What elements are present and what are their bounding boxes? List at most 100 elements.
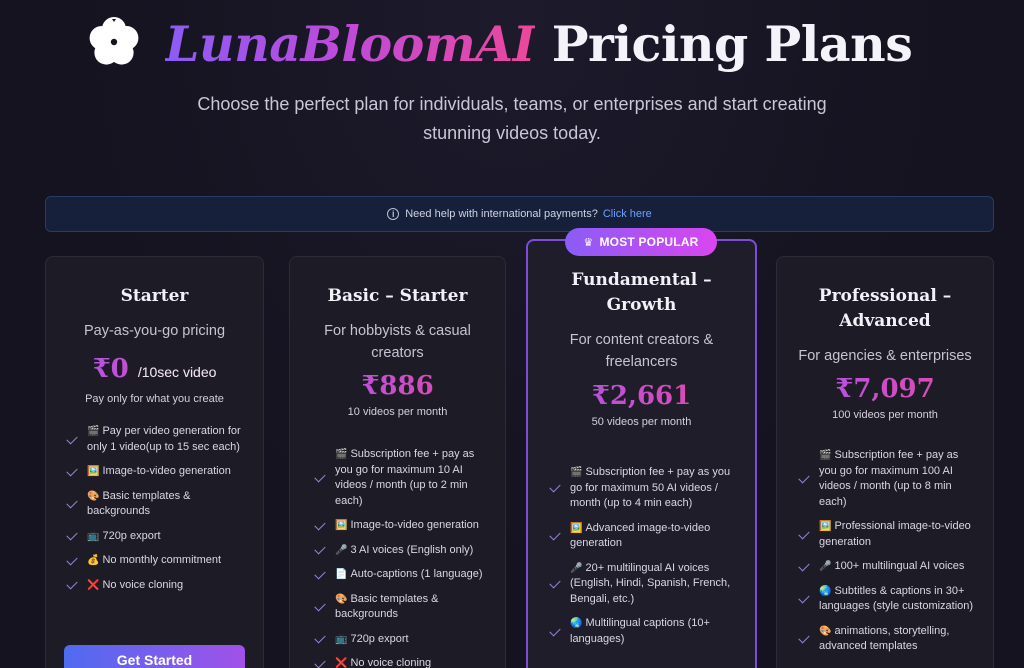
brand-name: LunaBloomAI [165, 15, 536, 73]
feature-list: 🎬 Subscription fee + pay as you go for ma… [314, 447, 495, 668]
plan-card-basic: Basic – Starter For hobbyists & casual c… [289, 256, 506, 668]
feature-text: Pay per video generation for only 1 vide… [87, 425, 241, 453]
check-icon [314, 600, 326, 612]
page-subtitle: Choose the perfect plan for individuals,… [197, 94, 827, 143]
feature-text: 720p export [350, 632, 409, 645]
feature-text: Professional image-to-video generation [819, 520, 971, 548]
plan-price: ₹7,097 [777, 373, 993, 405]
tv-icon: 📺 [87, 530, 100, 542]
price-value: ₹0 [92, 354, 129, 384]
get-started-button[interactable]: Get Started [64, 645, 245, 668]
document-icon: 📄 [335, 569, 348, 580]
feature-text: 100+ multilingual AI voices [834, 560, 965, 572]
image-icon: 🖼️ [570, 522, 583, 534]
feature-item: ❌ No voice cloning [66, 578, 253, 594]
feature-list: 🎬 Pay per video generation for only 1 vid… [66, 424, 253, 602]
check-icon [549, 481, 561, 493]
check-icon [798, 527, 810, 539]
feature-item: 🎬 Subscription fee + pay as you go for ma… [549, 465, 740, 512]
check-icon [314, 656, 326, 668]
feature-text: animations, storytelling, advanced templ… [819, 624, 950, 653]
plan-name: Professional – Advanced [818, 286, 952, 331]
clapper-icon: 🎬 [335, 449, 348, 460]
click-here-link[interactable]: Click here [603, 208, 652, 220]
feature-item: 📺 720p export [66, 529, 253, 545]
feature-text: 3 AI voices (English only) [350, 543, 474, 556]
feature-item: 🎨 animations, storytelling, advanced temp… [798, 624, 977, 655]
plan-name: Fundamental – Growth [571, 270, 712, 315]
banner-text: Need help with international payments? [405, 208, 598, 220]
feature-list: 🎬 Subscription fee + pay as you go for ma… [549, 465, 740, 656]
plan-price: ₹886 [290, 370, 505, 402]
price-note: 100 videos per month [832, 409, 938, 421]
plan-price: ₹2,661 [528, 380, 755, 412]
check-icon [798, 559, 810, 572]
page-title: LunaBloomAI Pricing Plans [165, 14, 913, 74]
check-icon [66, 529, 78, 541]
clapper-icon: 🎬 [87, 426, 100, 437]
feature-item: ❌ No voice cloning [314, 656, 495, 668]
microphone-icon: 🎤 [570, 562, 583, 574]
microphone-icon: 🎤 [335, 544, 348, 556]
price-note: 50 videos per month [591, 416, 692, 428]
feature-list: 🎬 Subscription fee + pay as you go for ma… [798, 448, 977, 664]
feature-item: 🎬 Pay per video generation for only 1 vid… [66, 424, 253, 455]
palette-icon: 🎨 [335, 593, 348, 605]
globe-icon: 🌏 [570, 618, 583, 629]
check-icon [549, 576, 561, 589]
image-icon: 🖼️ [87, 466, 100, 477]
feature-item: 🖼️ Advanced image-to-video generation [549, 521, 740, 552]
plan-card-professional: Professional – Advanced For agencies & e… [776, 256, 994, 668]
plan-name: Basic – Starter [327, 286, 468, 306]
feature-item: 🖼️ Professional image-to-video generation [798, 519, 977, 550]
check-icon [798, 592, 810, 604]
feature-text: Multilingual captions (10+ languages) [570, 617, 710, 645]
pricing-page: LunaBloomAI Pricing Plans Choose the per… [0, 0, 1024, 668]
flower-logo-icon [89, 17, 139, 65]
payment-help-banner: i Need help with international payments?… [45, 196, 994, 232]
feature-text: Basic templates & backgrounds [335, 592, 439, 621]
money-bag-icon: 💰 [87, 555, 100, 566]
feature-item: 🎨 Basic templates & backgrounds [66, 489, 253, 520]
feature-item: 🎤 3 AI voices (English only) [314, 543, 495, 559]
feature-text: Subtitles & captions in 30+ languages (s… [819, 584, 974, 613]
clapper-icon: 🎬 [819, 450, 832, 461]
check-icon [66, 553, 78, 566]
check-icon [66, 464, 78, 477]
feature-text: No monthly commitment [102, 554, 222, 566]
feature-item: 🎬 Subscription fee + pay as you go for ma… [314, 447, 495, 509]
image-icon: 🖼️ [335, 520, 348, 531]
cross-icon: ❌ [335, 658, 348, 668]
feature-text: Image-to-video generation [102, 465, 231, 477]
feature-item: 💰 No monthly commitment [66, 553, 253, 569]
check-icon [314, 567, 326, 580]
feature-text: Image-to-video generation [350, 519, 479, 531]
feature-text: Advanced image-to-video generation [570, 521, 711, 550]
feature-item: 🎤 20+ multilingual AI voices (English, Hi… [549, 561, 740, 608]
check-icon [798, 472, 810, 484]
most-popular-badge: ♛ MOST POPULAR [565, 228, 717, 256]
feature-text: No voice cloning [102, 578, 184, 591]
check-icon [549, 529, 561, 541]
palette-icon: 🎨 [819, 625, 832, 637]
plan-card-fundamental: Fundamental – Growth For content creator… [526, 239, 757, 668]
check-icon [314, 518, 326, 531]
feature-item: 🎬 Subscription fee + pay as you go for ma… [798, 448, 977, 510]
feature-text: Subscription fee + pay as you go for max… [335, 448, 475, 507]
plan-description: Pay-as-you-go pricing [83, 323, 226, 339]
price-note: Pay only for what you create [85, 393, 224, 405]
feature-text: Subscription fee + pay as you go for max… [819, 449, 959, 508]
check-icon [66, 497, 78, 509]
title-text: Pricing Plans [551, 15, 913, 73]
feature-text: Subscription fee + pay as you go for max… [570, 466, 731, 509]
badge-label: MOST POPULAR [599, 235, 699, 249]
page-header: LunaBloomAI Pricing Plans [0, 10, 1024, 80]
plan-card-starter: Starter Pay-as-you-go pricing ₹0 /10sec … [45, 256, 264, 668]
check-icon [549, 624, 561, 636]
feature-item: 🖼️ Image-to-video generation [314, 518, 495, 534]
check-icon [314, 632, 326, 644]
clapper-icon: 🎬 [570, 467, 583, 478]
cross-icon: ❌ [87, 579, 100, 591]
feature-text: No voice cloning [350, 657, 432, 668]
feature-item: 📺 720p export [314, 632, 495, 648]
